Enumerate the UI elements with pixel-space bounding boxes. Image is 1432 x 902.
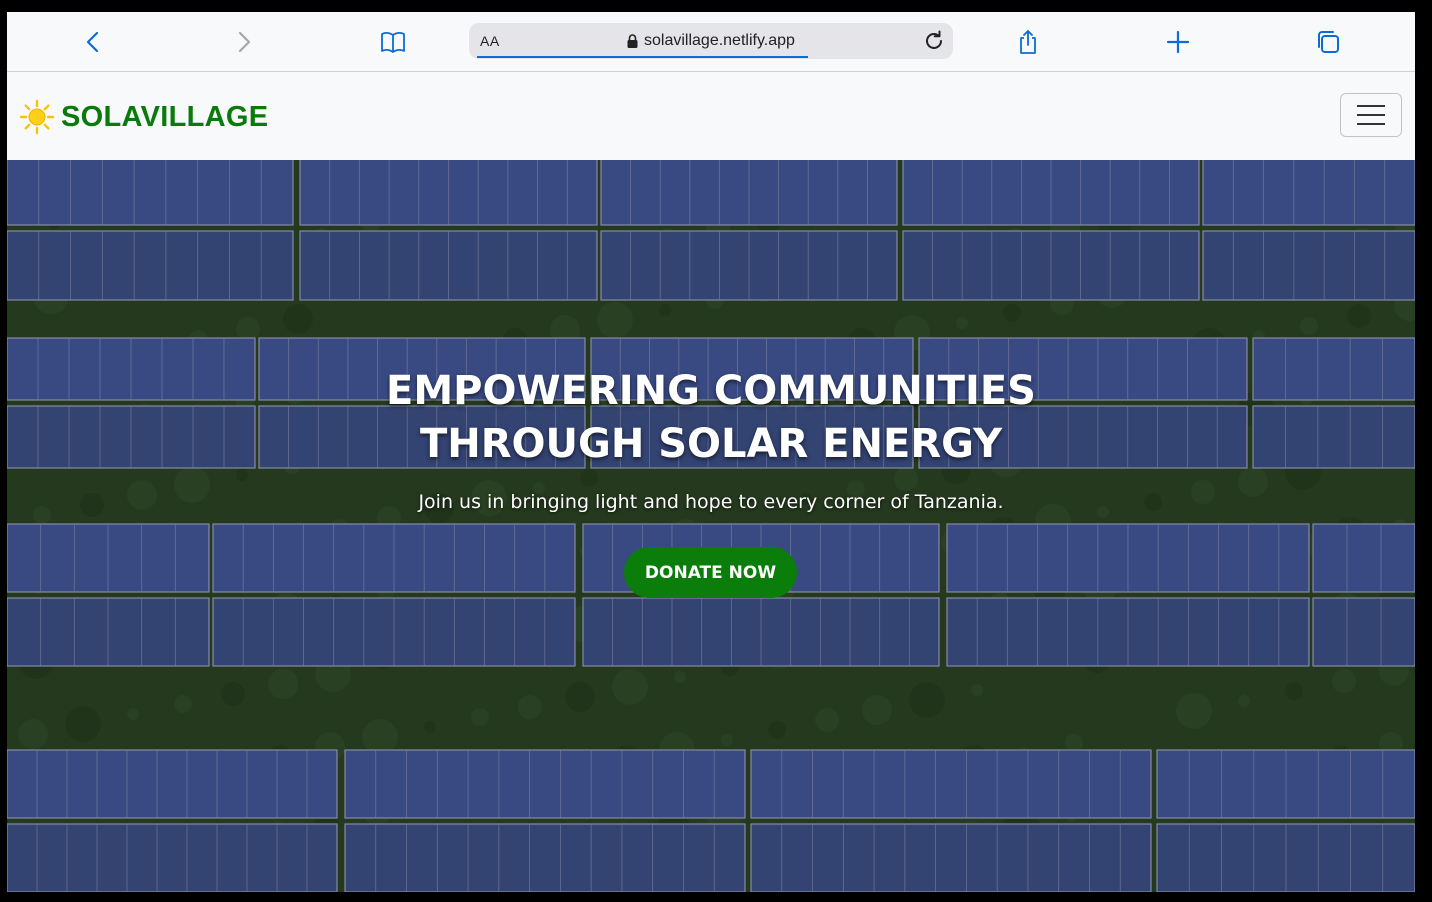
hero-title-line-1: EMPOWERING COMMUNITIES — [386, 368, 1036, 414]
book-icon — [381, 32, 405, 53]
hamburger-icon — [1357, 105, 1385, 107]
hero-subtitle: Join us in bringing light and hope to ev… — [418, 491, 1004, 513]
donate-button[interactable]: DONATE NOW — [624, 547, 797, 598]
chevron-right-icon — [238, 31, 251, 53]
browser-window: AA solavillage.netlify.app SOLAVILLAGE E… — [7, 12, 1415, 892]
hero-title: EMPOWERING COMMUNITIES THROUGH SOLAR ENE… — [7, 365, 1415, 471]
tabs-overview-button[interactable] — [1311, 25, 1345, 59]
brand-link[interactable]: SOLAVILLAGE — [19, 99, 268, 135]
sun-icon — [19, 99, 55, 135]
new-tab-button[interactable] — [1161, 25, 1195, 59]
plus-icon — [1166, 30, 1190, 54]
reload-icon[interactable] — [921, 28, 947, 54]
bookmarks-button[interactable] — [376, 25, 410, 59]
hero-title-line-2: THROUGH SOLAR ENERGY — [419, 421, 1003, 467]
forward-button[interactable] — [226, 25, 260, 59]
chevron-left-icon — [86, 31, 99, 53]
lock-icon — [627, 34, 638, 48]
brand-name: SOLAVILLAGE — [61, 100, 269, 133]
hero-section: EMPOWERING COMMUNITIES THROUGH SOLAR ENE… — [7, 160, 1415, 892]
menu-toggle-button[interactable] — [1340, 93, 1402, 137]
browser-toolbar: AA solavillage.netlify.app — [7, 12, 1415, 72]
address-bar[interactable]: AA solavillage.netlify.app — [469, 23, 953, 59]
reader-options-button[interactable]: AA — [480, 33, 500, 49]
site-navbar: SOLAVILLAGE — [7, 72, 1415, 160]
page-load-progress — [477, 56, 808, 58]
url-display[interactable]: solavillage.netlify.app — [627, 32, 795, 50]
url-text: solavillage.netlify.app — [644, 32, 795, 49]
share-button[interactable] — [1011, 25, 1045, 59]
tabs-icon — [1318, 31, 1339, 53]
back-button[interactable] — [77, 25, 111, 59]
share-icon — [1020, 30, 1036, 54]
